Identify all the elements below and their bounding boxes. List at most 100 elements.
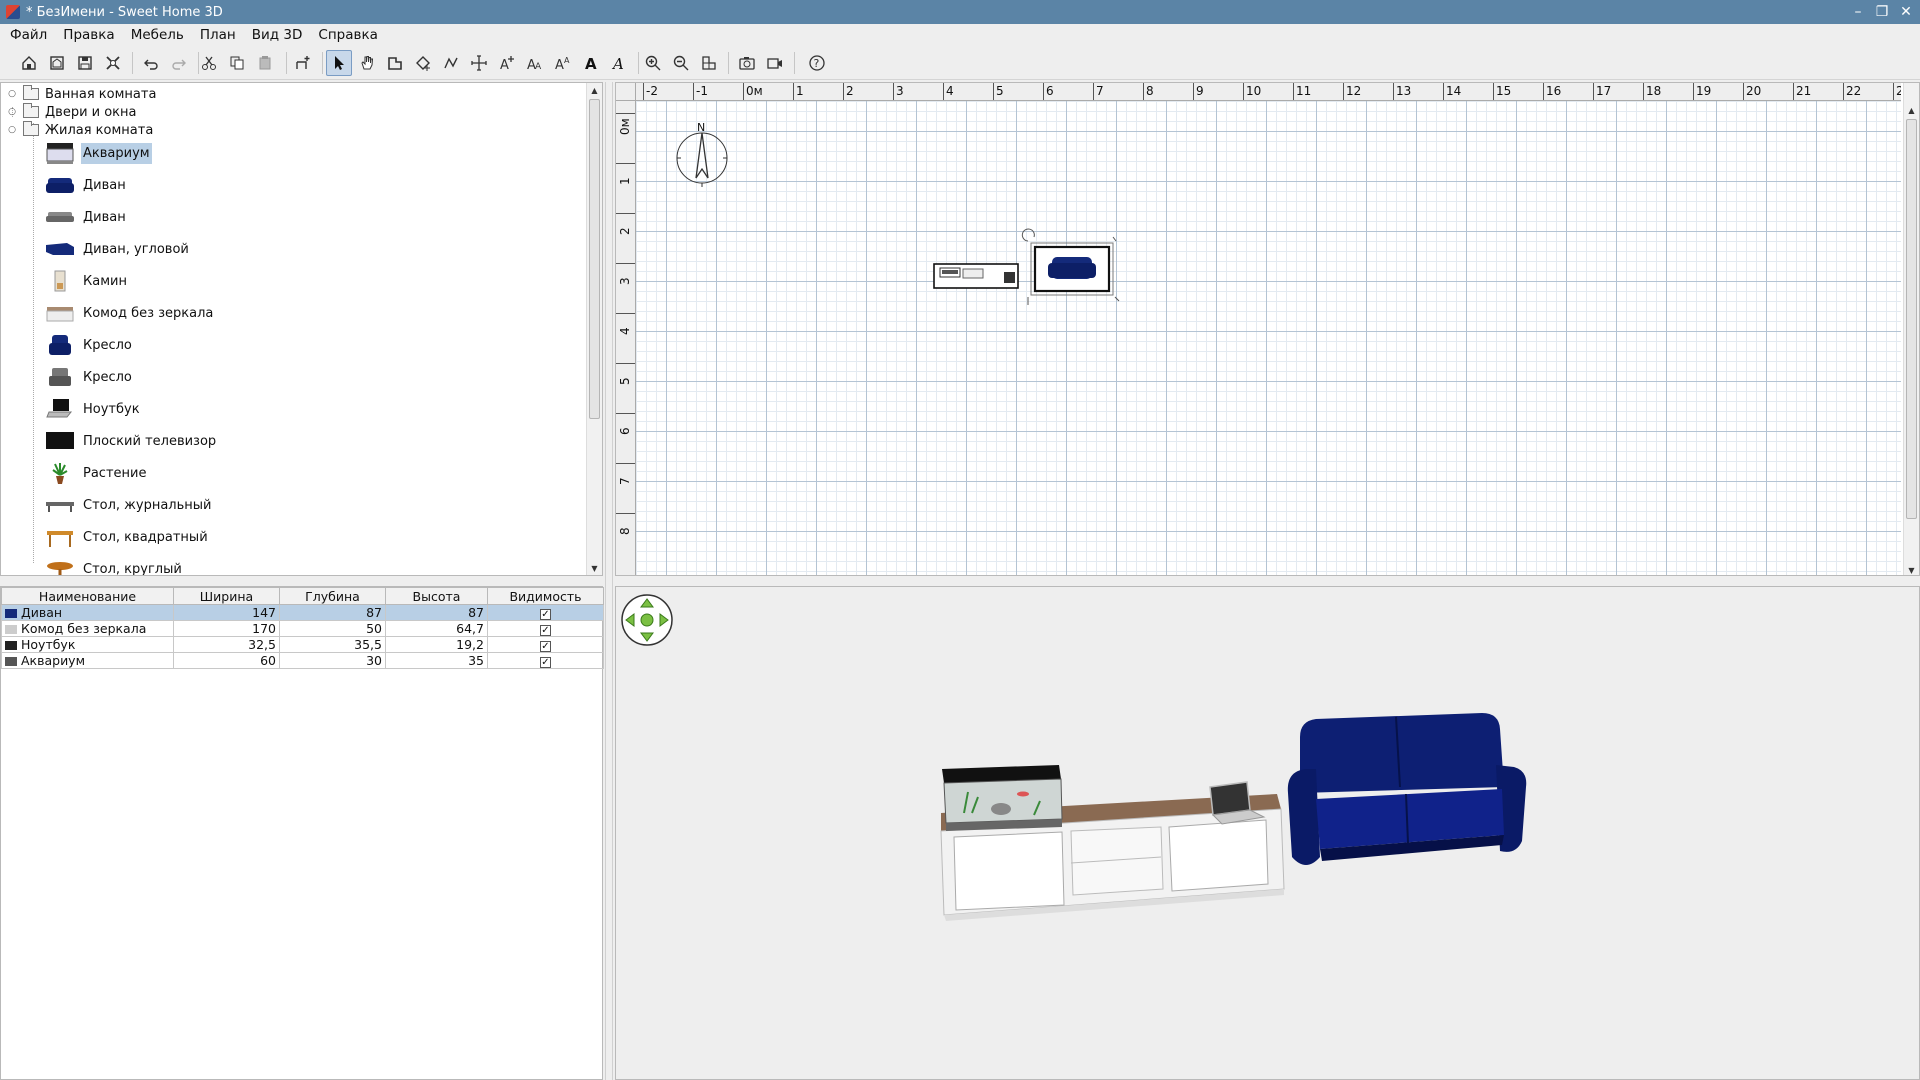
cut-icon[interactable] [196, 50, 222, 76]
column-header-height[interactable]: Высота [385, 587, 488, 605]
visibility-checkbox[interactable]: ✓ [540, 641, 551, 652]
table-row[interactable]: Ноутбук 32,5 35,5 19,2 ✓ [1, 636, 604, 653]
menu-3d-view[interactable]: Вид 3D [246, 27, 309, 43]
undo-icon[interactable] [138, 50, 164, 76]
collapse-icon[interactable]: ○ [7, 125, 17, 135]
visibility-checkbox[interactable]: ✓ [540, 657, 551, 668]
ruler-tick [1393, 83, 1394, 100]
table-row[interactable]: Комод без зеркала 170 50 64,7 ✓ [1, 620, 604, 637]
furniture-list[interactable]: Наименование Ширина Глубина Высота Видим… [0, 586, 604, 1080]
save-icon[interactable] [72, 50, 98, 76]
plan-piece-dresser[interactable] [933, 263, 1019, 289]
left-splitter[interactable] [0, 576, 605, 586]
redo-icon[interactable] [166, 50, 192, 76]
catalog-item-flat-tv[interactable]: Плоский телевизор [45, 426, 218, 456]
create-polylines-icon[interactable] [438, 50, 464, 76]
category-label: Двери и окна [45, 104, 137, 120]
create-3d-photo-icon[interactable] [734, 50, 760, 76]
expand-icon[interactable]: ○ [7, 89, 17, 99]
catalog-item-fireplace[interactable]: Камин [45, 266, 129, 296]
help-icon[interactable]: ? [804, 50, 830, 76]
catalog-item-plant[interactable]: Растение [45, 458, 148, 488]
catalog-item-round-table[interactable]: Стол, круглый [45, 554, 184, 575]
table-row[interactable]: Диван 147 87 87 ✓ [1, 604, 604, 621]
right-splitter[interactable] [613, 576, 1920, 586]
zoom-out-icon[interactable] [668, 50, 694, 76]
catalog-item-coffee-table[interactable]: Стол, журнальный [45, 490, 213, 520]
decrease-text-size-icon[interactable]: AA [550, 50, 576, 76]
increase-text-size-icon[interactable]: AA [522, 50, 548, 76]
ruler-label: 11 [1296, 84, 1312, 98]
category-doors-windows[interactable]: ○ Двери и окна [1, 103, 137, 121]
furniture-catalog-tree[interactable]: ○ Ванная комната ○ Двери и окна ○ Жилая … [0, 82, 603, 576]
create-walls-icon[interactable] [382, 50, 408, 76]
plan-piece-sofa-selected[interactable] [1021, 228, 1120, 305]
menu-file[interactable]: Файл [4, 27, 53, 43]
catalog-item-sofa-gray[interactable]: Диван [45, 202, 128, 232]
create-dimensions-icon[interactable] [466, 50, 492, 76]
italic-icon[interactable]: A [606, 50, 632, 76]
column-header-depth[interactable]: Глубина [279, 587, 386, 605]
catalog-scrollbar[interactable]: ▲ ▼ [586, 83, 602, 575]
ruler-label: 7 [618, 477, 632, 485]
vertical-splitter[interactable] [605, 82, 613, 1080]
catalog-item-corner-sofa[interactable]: Диван, угловой [45, 234, 191, 264]
plan-view[interactable]: -2 -1 0м 1 2 3 4 5 6 7 8 9 10 11 12 13 14 15 16 17 18 19 20 21 2… [615, 82, 1920, 576]
create-labels-icon[interactable]: A [494, 50, 520, 76]
select-mode-icon[interactable] [326, 50, 352, 76]
catalog-item-aquarium[interactable]: Аквариум [45, 138, 152, 168]
3d-view[interactable] [615, 586, 1920, 1080]
plan-grid[interactable]: N [636, 101, 1901, 575]
corner-sofa-icon [45, 236, 75, 262]
create-video-icon[interactable] [762, 50, 788, 76]
menu-furniture[interactable]: Мебель [125, 27, 190, 43]
ruler-label: 23 [1896, 84, 1901, 98]
scrollbar-thumb[interactable] [1906, 119, 1917, 519]
catalog-item-laptop[interactable]: Ноутбук [45, 394, 142, 424]
ruler-tick [616, 463, 635, 464]
catalog-item-armchair-gray[interactable]: Кресло [45, 362, 134, 392]
create-photo-icon[interactable] [696, 50, 722, 76]
new-home-icon[interactable] [16, 50, 42, 76]
open-icon[interactable] [44, 50, 70, 76]
paste-icon[interactable] [252, 50, 278, 76]
scroll-up-icon[interactable]: ▲ [587, 83, 602, 97]
preferences-icon[interactable] [100, 50, 126, 76]
catalog-item-square-table[interactable]: Стол, квадратный [45, 522, 210, 552]
visibility-checkbox[interactable]: ✓ [540, 625, 551, 636]
catalog-item-sofa[interactable]: Диван [45, 170, 128, 200]
category-living-room[interactable]: ○ Жилая комната [1, 121, 153, 139]
menu-plan[interactable]: План [194, 27, 242, 43]
sofa-blue-icon [5, 609, 17, 618]
plan-vertical-scrollbar[interactable]: ▲ ▼ [1903, 83, 1919, 575]
scroll-down-icon[interactable]: ▼ [587, 561, 602, 575]
minimize-icon[interactable]: – [1846, 0, 1870, 24]
menu-help[interactable]: Справка [312, 27, 383, 43]
bold-icon[interactable]: A [578, 50, 604, 76]
column-header-name[interactable]: Наименование [1, 587, 174, 605]
visibility-checkbox[interactable]: ✓ [540, 609, 551, 620]
table-row[interactable]: Аквариум 60 30 35 ✓ [1, 652, 604, 669]
ruler-label: 0м [618, 118, 632, 135]
compass-rose[interactable]: N [676, 121, 728, 187]
ruler-tick [1143, 83, 1144, 100]
ruler-label: 15 [1496, 84, 1512, 98]
restore-icon[interactable]: ❐ [1870, 0, 1894, 24]
catalog-item-dresser[interactable]: Комод без зеркала [45, 298, 215, 328]
create-rooms-icon[interactable] [410, 50, 436, 76]
horizontal-ruler: -2 -1 0м 1 2 3 4 5 6 7 8 9 10 11 12 13 14 15 16 17 18 19 20 21 2… [636, 83, 1901, 101]
close-icon[interactable]: ✕ [1894, 0, 1918, 24]
column-header-visibility[interactable]: Видимость [487, 587, 604, 605]
catalog-item-armchair[interactable]: Кресло [45, 330, 134, 360]
add-furniture-icon[interactable] [290, 50, 316, 76]
expand-icon[interactable]: ○ [7, 107, 17, 117]
scroll-down-icon[interactable]: ▼ [1904, 563, 1919, 575]
copy-icon[interactable] [224, 50, 250, 76]
column-header-width[interactable]: Ширина [173, 587, 280, 605]
scroll-up-icon[interactable]: ▲ [1904, 103, 1919, 117]
category-bathroom[interactable]: ○ Ванная комната [1, 85, 156, 103]
scrollbar-thumb[interactable] [589, 99, 600, 419]
menu-edit[interactable]: Правка [57, 27, 120, 43]
zoom-in-icon[interactable] [640, 50, 666, 76]
pan-mode-icon[interactable] [354, 50, 380, 76]
